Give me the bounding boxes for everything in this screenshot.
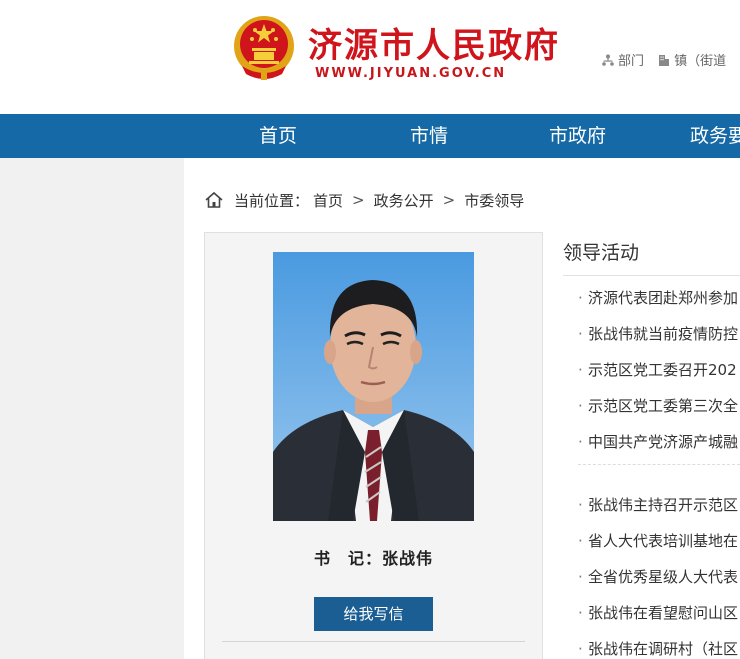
top-link-departments[interactable]: 部门 <box>602 50 644 69</box>
activity-title: 示范区党工委召开202 <box>588 361 737 379</box>
list-item[interactable]: · 张战伟在调研村（社区 <box>578 631 740 659</box>
breadcrumb-home[interactable]: 首页 <box>313 190 343 211</box>
nav-item-government[interactable]: 市政府 <box>549 114 606 158</box>
leader-name-title: 书 记：张战伟 <box>313 549 433 568</box>
list-item[interactable]: · 省人大代表培训基地在 <box>578 523 740 559</box>
top-links: 部门 镇（街道 <box>602 50 736 70</box>
leader-portrait <box>273 252 474 521</box>
list-item[interactable]: · 示范区党工委召开202 <box>578 352 740 388</box>
list-item[interactable]: · 济源代表团赴郑州参加 <box>578 280 740 316</box>
bullet-icon: · <box>578 289 583 307</box>
bullet-icon: · <box>578 532 583 550</box>
activity-title: 济源代表团赴郑州参加 <box>588 289 739 307</box>
list-item[interactable]: · 示范区党工委第三次全 <box>578 388 740 424</box>
list-divider <box>578 464 740 487</box>
bullet-icon: · <box>578 325 583 343</box>
activity-title: 张战伟主持召开示范区 <box>588 496 739 514</box>
top-link-label: 部门 <box>618 54 645 69</box>
write-letter-button[interactable]: 给我写信 <box>314 597 433 631</box>
site-title[interactable]: 济源市人民政府 <box>308 18 560 67</box>
breadcrumb-leaders[interactable]: 市委领导 <box>464 190 524 211</box>
bullet-icon: · <box>578 433 583 451</box>
breadcrumb-separator: > <box>442 191 456 209</box>
left-margin-panel <box>0 158 184 659</box>
bullet-icon: · <box>578 604 583 622</box>
activity-title: 张战伟在看望慰问山区 <box>588 604 739 622</box>
site-url: WWW.JIYUAN.GOV.CN <box>315 66 507 81</box>
home-icon[interactable] <box>204 191 224 209</box>
breadcrumb-prefix: 当前位置： <box>234 191 310 210</box>
page: 济源市人民政府 WWW.JIYUAN.GOV.CN 部门 镇（街道 首页 市情 … <box>0 0 740 659</box>
bullet-icon: · <box>578 397 583 415</box>
nav-item-gov-affairs[interactable]: 政务要 <box>690 114 740 158</box>
card-divider <box>222 641 525 642</box>
activities-heading: 领导活动 <box>563 242 640 264</box>
nav-item-city-info[interactable]: 市情 <box>410 114 448 158</box>
activity-title: 张战伟就当前疫情防控 <box>588 325 739 343</box>
bullet-icon: · <box>578 568 583 586</box>
list-item[interactable]: · 张战伟主持召开示范区 <box>578 487 740 523</box>
list-item[interactable]: · 张战伟在看望慰问山区 <box>578 595 740 631</box>
activity-title: 中国共产党济源产城融 <box>588 433 739 451</box>
main-nav: 首页 市情 市政府 政务要 <box>0 114 740 158</box>
national-emblem-logo[interactable] <box>232 14 296 82</box>
top-link-label: 镇（街道 <box>674 54 727 69</box>
activity-title: 张战伟在调研村（社区 <box>588 640 739 658</box>
activity-title: 省人大代表培训基地在 <box>588 532 739 550</box>
bullet-icon: · <box>578 361 583 379</box>
site-header: 济源市人民政府 WWW.JIYUAN.GOV.CN 部门 镇（街道 <box>0 0 740 114</box>
list-item[interactable]: · 全省优秀星级人大代表 <box>578 559 740 595</box>
bullet-icon: · <box>578 496 583 514</box>
breadcrumb-gov-affairs[interactable]: 政务公开 <box>374 190 434 211</box>
top-link-towns[interactable]: 镇（街道 <box>658 50 726 69</box>
org-chart-icon <box>602 54 614 66</box>
building-icon <box>659 54 670 66</box>
list-item[interactable]: · 张战伟就当前疫情防控 <box>578 316 740 352</box>
breadcrumb: 当前位置： 首页 > 政务公开 > 市委领导 <box>204 188 524 212</box>
bullet-icon: · <box>578 640 583 658</box>
breadcrumb-separator: > <box>352 191 365 209</box>
activities-list: · 济源代表团赴郑州参加 · 张战伟就当前疫情防控 · 示范区党工委召开202 · 示范… <box>578 280 740 659</box>
leader-profile-card: 书 记：张战伟 给我写信 <box>204 232 543 659</box>
activity-title: 全省优秀星级人大代表 <box>588 568 739 586</box>
activities-divider <box>563 275 740 276</box>
list-item[interactable]: · 中国共产党济源产城融 <box>578 424 740 460</box>
activity-title: 示范区党工委第三次全 <box>588 397 739 415</box>
nav-item-home[interactable]: 首页 <box>259 114 297 158</box>
